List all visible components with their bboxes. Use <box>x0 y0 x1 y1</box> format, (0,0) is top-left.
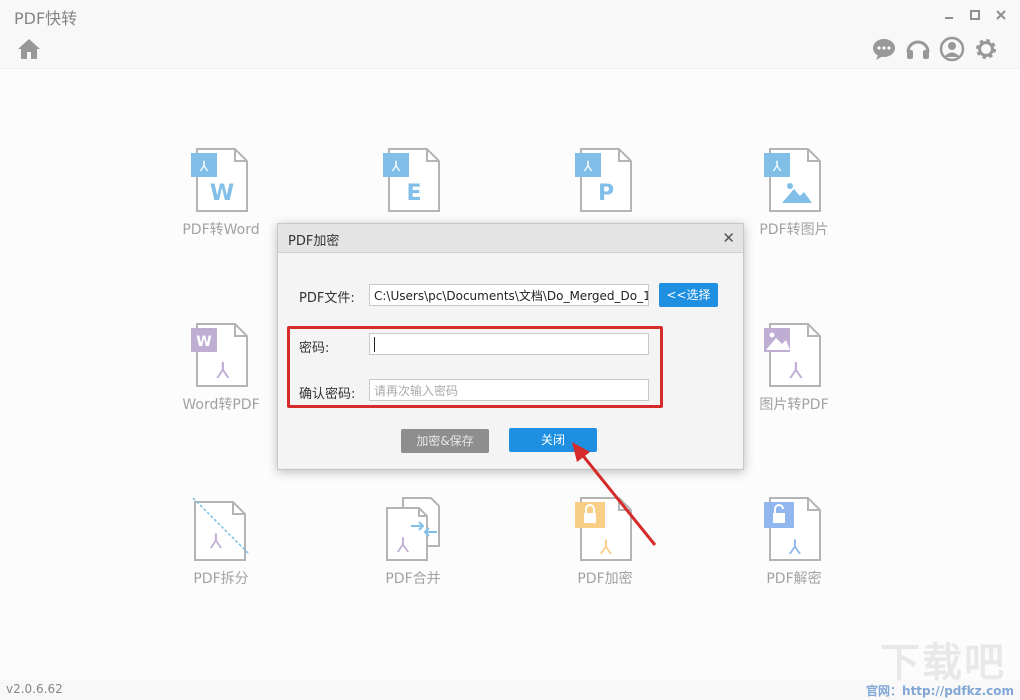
annotation-arrow-icon <box>572 442 657 546</box>
